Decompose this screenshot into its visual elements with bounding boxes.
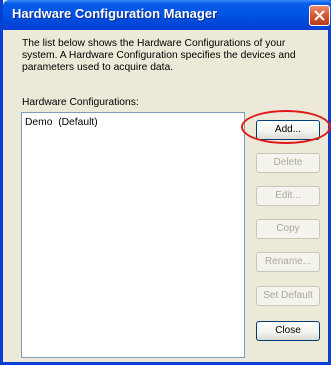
copy-button[interactable]: Copy — [256, 219, 320, 239]
close-button[interactable]: Close — [256, 321, 320, 341]
delete-button[interactable]: Delete — [256, 153, 320, 173]
title-bar[interactable]: Hardware Configuration Manager — [3, 0, 331, 30]
set-default-button[interactable]: Set Default — [256, 286, 320, 306]
edit-button[interactable]: Edit... — [256, 186, 320, 206]
hardware-config-dialog: Hardware Configuration Manager The list … — [0, 0, 331, 365]
window-title: Hardware Configuration Manager — [12, 6, 218, 21]
hardware-configurations-label: Hardware Configurations: — [22, 97, 139, 108]
rename-button[interactable]: Rename... — [256, 252, 320, 272]
description-text: The list below shows the Hardware Config… — [22, 38, 296, 73]
close-window-button[interactable] — [309, 5, 330, 26]
list-item-demo[interactable]: Demo (Default) — [25, 117, 98, 128]
hardware-configurations-list[interactable]: Demo (Default) — [21, 112, 245, 358]
add-button[interactable]: Add... — [256, 120, 320, 140]
close-icon — [314, 10, 325, 21]
